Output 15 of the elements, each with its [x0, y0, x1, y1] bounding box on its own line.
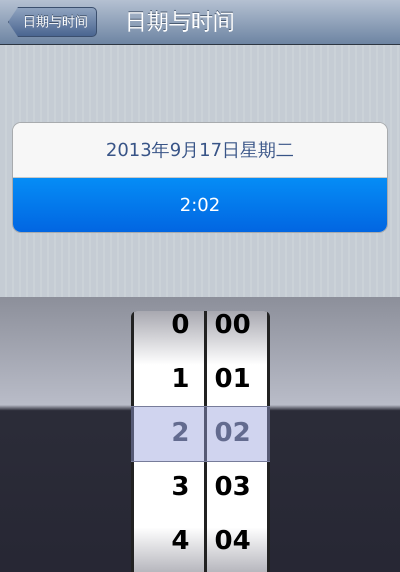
picker-value[interactable]: 1 — [171, 352, 190, 406]
list-row[interactable]: 2:02 — [13, 178, 387, 232]
screen-title: 日期与时间 — [125, 9, 235, 37]
picker-value[interactable]: 2 — [171, 406, 190, 460]
picker-value[interactable]: 0 — [171, 311, 190, 352]
picker-value[interactable]: 04 — [214, 514, 266, 568]
picker-value[interactable]: 03 — [214, 460, 266, 514]
list-row[interactable]: 2013年9月17日星期二 — [13, 123, 387, 178]
picker-value[interactable]: 4 — [171, 514, 190, 568]
back-button[interactable]: 日期与时间 — [8, 7, 97, 37]
picker-value[interactable]: 3 — [171, 460, 190, 514]
picker-value[interactable]: 01 — [214, 352, 266, 406]
picker-value[interactable]: 00 — [214, 311, 266, 352]
time-picker[interactable]: 0 1 2 3 4 00 01 02 03 04 — [130, 311, 270, 572]
picker-value[interactable]: 02 — [214, 406, 266, 460]
